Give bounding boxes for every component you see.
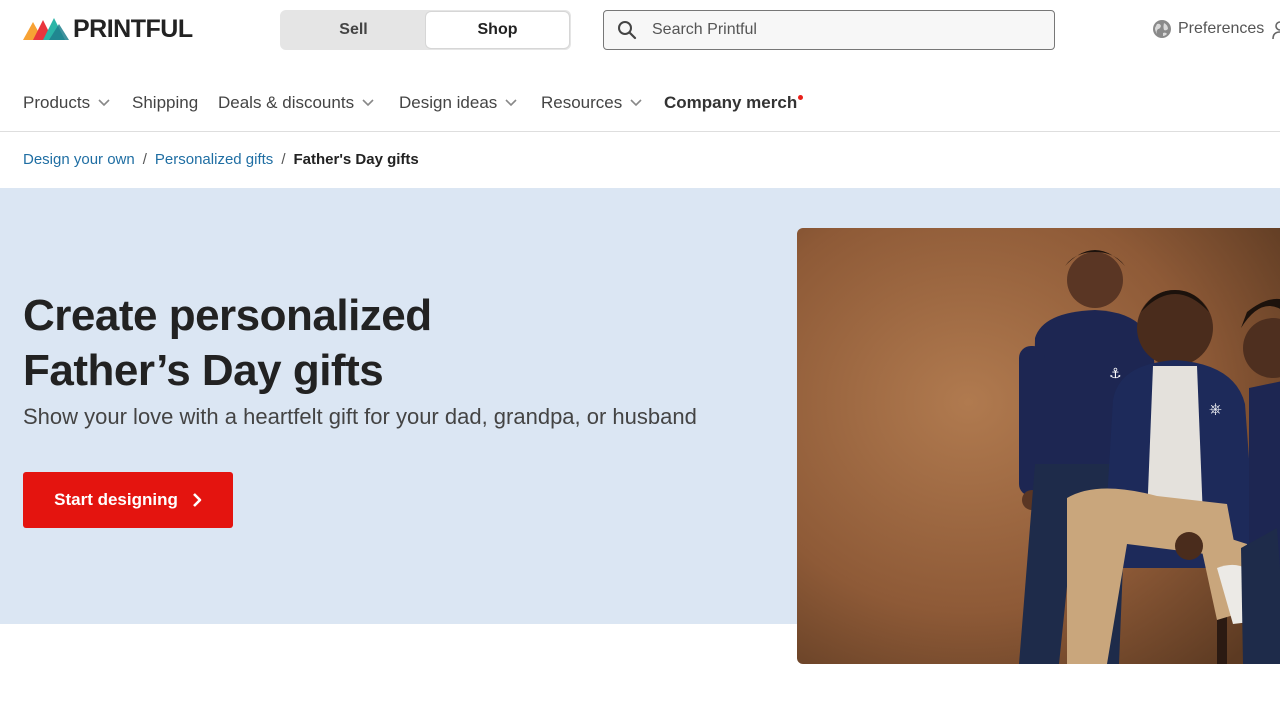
sell-shop-toggle: Sell Shop: [280, 10, 571, 50]
chevron-down-icon: [98, 99, 110, 107]
chevron-down-icon: [630, 99, 642, 107]
nav-item-resources[interactable]: Resources: [541, 93, 642, 113]
printful-logo[interactable]: PRINTFUL: [23, 16, 193, 42]
svg-text:⎈: ⎈: [1209, 399, 1222, 418]
search-input[interactable]: [652, 21, 1032, 39]
brand-name: PRINTFUL: [73, 15, 193, 43]
breadcrumb-link[interactable]: Personalized gifts: [155, 151, 273, 168]
chevron-down-icon: [505, 99, 517, 107]
search-icon[interactable]: [617, 20, 637, 40]
nav-item-company-merch[interactable]: Company merch: [664, 93, 804, 113]
user-icon[interactable]: [1272, 20, 1280, 40]
nav-item-products[interactable]: Products: [23, 93, 110, 113]
hero-photo: ⚓ ⎈: [797, 228, 1280, 664]
chevron-right-icon: [192, 493, 202, 507]
top-bar: PRINTFUL Sell Shop Preferences: [0, 0, 1280, 60]
start-designing-button[interactable]: Start designing: [23, 472, 233, 528]
breadcrumb-link[interactable]: Design your own: [23, 151, 135, 168]
chevron-down-icon: [362, 99, 374, 107]
main-navigation: Products Shipping Deals & discounts Desi…: [0, 60, 1280, 132]
preferences-label: Preferences: [1178, 20, 1265, 37]
hero-title: Create personalized Father’s Day gifts: [23, 288, 723, 398]
printful-logo-icon: [23, 18, 69, 40]
preferences-button[interactable]: Preferences: [1152, 19, 1264, 39]
nav-item-deals[interactable]: Deals & discounts: [218, 93, 374, 113]
nav-item-label: Products: [23, 93, 91, 112]
breadcrumb-separator: /: [281, 151, 286, 168]
globe-icon: [1153, 20, 1171, 38]
sell-tab[interactable]: Sell: [282, 12, 425, 48]
nav-item-label: Shipping: [132, 93, 199, 112]
hero-subtitle: Show your love with a heartfelt gift for…: [23, 404, 697, 429]
breadcrumb: Design your own / Personalized gifts / F…: [23, 151, 419, 168]
svg-text:⚓: ⚓: [1109, 366, 1122, 382]
start-designing-label: Start designing: [54, 490, 178, 509]
nav-item-label: Design ideas: [399, 93, 498, 112]
breadcrumb-current: Father's Day gifts: [293, 151, 419, 168]
nav-item-label: Resources: [541, 93, 623, 112]
nav-item-label: Company merch: [664, 93, 798, 112]
hero-title-line: Create personalized: [23, 291, 432, 340]
nav-item-label: Deals & discounts: [218, 93, 355, 112]
hero-title-line: Father’s Day gifts: [23, 346, 384, 395]
nav-item-shipping[interactable]: Shipping: [132, 93, 198, 113]
family-photo-image: ⚓ ⎈: [797, 228, 1280, 664]
search-bar: [603, 10, 1055, 50]
breadcrumb-separator: /: [142, 151, 147, 168]
shop-tab[interactable]: Shop: [426, 12, 569, 48]
nav-item-design-ideas[interactable]: Design ideas: [399, 93, 517, 113]
new-badge-dot: [798, 94, 804, 100]
